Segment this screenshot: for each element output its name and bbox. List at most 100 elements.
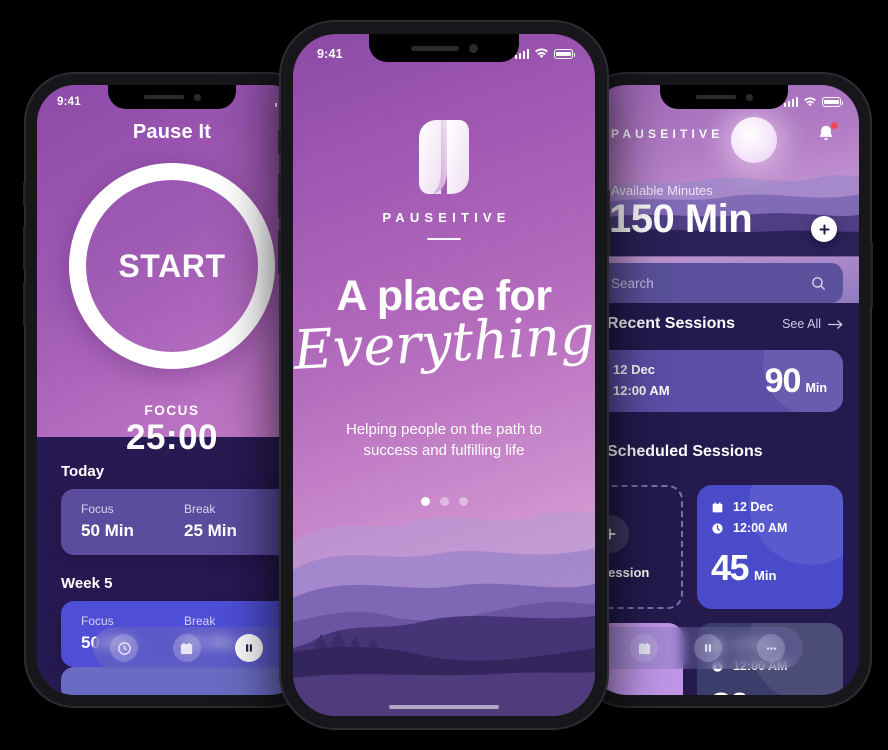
month-card[interactable] [61,667,307,695]
volume-down-button[interactable] [278,230,281,274]
app-brand: PAUSEITIVE [611,127,724,141]
start-button-label: START [118,247,226,284]
power-button[interactable] [870,242,873,308]
notifications-button[interactable] [815,122,838,145]
session-minutes: 45 [711,547,750,588]
clock-icon [117,641,131,655]
phone-right: PAUSEITIVE Available Minutes 150 Min Sea… [575,74,873,706]
search-bar[interactable]: Search [589,263,843,303]
pager-dot-3[interactable] [458,497,468,506]
scheduled-sessions-header: Scheduled Sessions [589,443,843,461]
battery-icon [822,97,844,107]
stat-label: Focus [81,614,114,628]
phone-left: 9:41 Pause It START FOCUS 25:00 Today Fo… [23,74,321,706]
session-unit: Min [754,568,777,583]
brand-block: PAUSEITIVE [293,118,595,240]
right-screen: PAUSEITIVE Available Minutes 150 Min Sea… [589,85,859,695]
stat-label: Break [184,502,216,516]
front-camera [745,93,753,101]
volume-up-button[interactable] [278,174,281,218]
brand-divider [427,238,461,240]
session-duration: 90 Min [765,362,827,401]
stat-focus: Focus 50 Min [81,502,184,541]
session-time-row: 12:00 AM [711,521,829,535]
arrow-right-icon [828,319,843,329]
session-date: 12 Dec [613,362,655,378]
search-icon[interactable] [810,275,827,292]
section-heading-recent: Recent Sessions [607,315,736,332]
earpiece-speaker [143,95,184,99]
status-indicators [514,48,576,60]
available-minutes-value: 150 Min [609,197,753,241]
tab-more[interactable] [757,634,786,662]
notch [108,85,236,109]
status-time: 9:41 [317,47,343,61]
stat-value: 25 Min [184,521,237,540]
headline-subtext: Helping people on the path to success an… [346,421,542,460]
stat-card-today[interactable]: Focus 50 Min Break 25 Min [61,489,307,555]
pause-icon [704,644,711,652]
battery-icon [554,49,576,59]
mockup-stage: 9:41 Pause It START FOCUS 25:00 Today Fo… [0,0,888,750]
session-duration: 45 Min [711,547,829,589]
session-time: 12:00 AM [613,383,670,398]
see-all-label: See All [782,317,821,331]
notch [660,85,788,109]
session-date: 12 Dec [733,500,774,514]
add-minutes-button[interactable] [811,216,837,242]
status-indicators [783,96,844,108]
section-heading-today: Today [61,463,105,480]
silent-switch[interactable] [278,130,281,154]
brand-wordmark: PAUSEITIVE [382,210,511,225]
plus-icon [818,223,830,235]
headline-line-2: Everything [293,303,595,382]
tab-calendar[interactable] [172,634,201,662]
stat-label: Focus [81,502,114,516]
wifi-icon [535,48,548,59]
section-heading-scheduled: Scheduled Sessions [607,443,763,460]
notch [369,34,519,62]
see-all-link[interactable]: See All [782,317,843,331]
available-minutes-label: Available Minutes [611,183,713,198]
session-duration: 80 Min [711,685,829,695]
session-minutes: 80 [711,685,750,695]
tab-pause[interactable] [235,634,264,662]
focus-timer-value: 25:00 [125,418,219,457]
phone-center: 9:41 PAUSEITIVE A place for Everything H… [278,22,610,728]
session-minutes: 90 [764,361,802,400]
calendar-icon [181,642,193,654]
front-camera [193,93,201,101]
power-button[interactable] [607,190,610,256]
home-indicator[interactable] [389,705,499,709]
pause-icon [246,644,253,652]
wifi-icon [804,96,816,106]
section-heading-week: Week 5 [61,575,113,592]
session-date-row: 12 Dec [711,500,829,514]
tab-calendar[interactable] [630,634,659,662]
left-screen: 9:41 Pause It START FOCUS 25:00 Today Fo… [37,85,307,695]
volume-down-button[interactable] [23,282,26,326]
tab-clock[interactable] [110,634,139,662]
pager-dots [293,497,595,506]
tab-bar [589,627,803,669]
more-dots-icon [766,646,776,650]
tab-bar [93,627,307,669]
tab-pause[interactable] [693,634,722,662]
volume-up-button[interactable] [23,226,26,270]
calendar-icon [712,501,723,512]
pager-dot-2[interactable] [439,497,449,506]
silent-switch[interactable] [23,182,26,206]
start-button[interactable]: START [69,163,275,369]
stat-value: 50 Min [81,521,134,540]
stat-break: Break 25 Min [184,502,287,541]
clock-icon [712,522,723,534]
status-time: 9:41 [57,96,81,108]
front-camera [468,43,478,53]
session-unit: Min [805,380,827,395]
pager-dot-1[interactable] [420,497,430,506]
recent-session-card[interactable]: 12 Dec 12:00 AM 90 Min [589,350,843,412]
scheduled-session-card[interactable]: 12 Dec 12:00 AM 45 Min [697,485,843,609]
recent-sessions-header: Recent Sessions See All [589,315,843,333]
center-screen: 9:41 PAUSEITIVE A place for Everything H… [293,34,595,716]
focus-label: FOCUS [144,403,200,418]
